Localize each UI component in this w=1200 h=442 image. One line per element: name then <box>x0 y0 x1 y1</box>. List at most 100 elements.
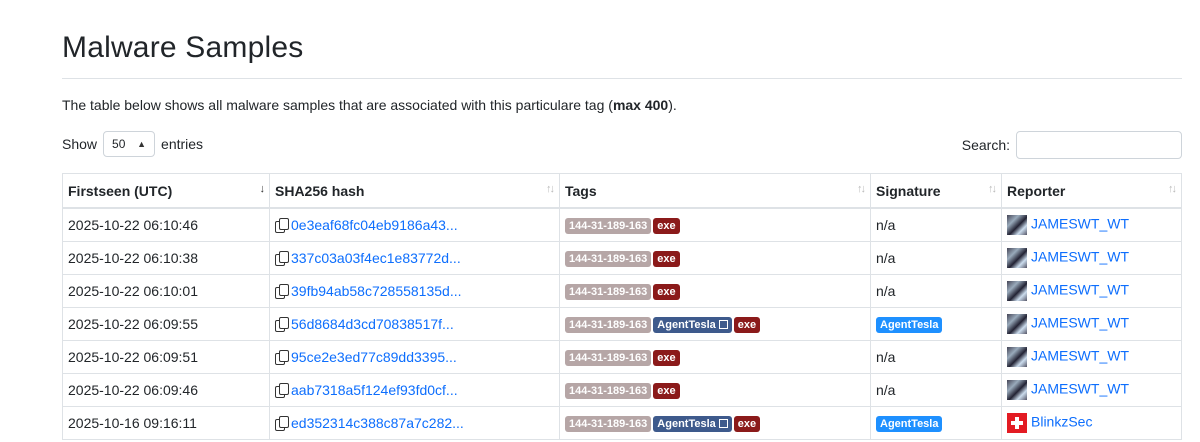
copy-icon[interactable] <box>275 317 289 332</box>
family-tag-badge[interactable]: AgentTesla <box>653 316 732 333</box>
reporter-link[interactable]: JAMESWT_WT <box>1031 315 1129 331</box>
sort-icon: ↑↓ <box>857 183 866 195</box>
hash-link[interactable]: ed352314c388c87a7c282... <box>291 415 464 431</box>
family-tag-badge[interactable]: AgentTesla <box>653 415 732 432</box>
entries-value: 50 <box>112 137 126 151</box>
show-label: Show <box>62 136 98 152</box>
reporter-link[interactable]: JAMESWT_WT <box>1031 249 1129 265</box>
reporter-link[interactable]: BlinkzSec <box>1031 414 1092 430</box>
copy-icon[interactable] <box>275 284 289 299</box>
reporter-cell: JAMESWT_WT <box>1001 373 1182 407</box>
reporter-cell: JAMESWT_WT <box>1001 274 1182 308</box>
copy-icon[interactable] <box>275 416 289 431</box>
firstseen-cell: 2025-10-16 09:16:11 <box>62 406 270 440</box>
reporter-avatar-icon <box>1007 380 1027 400</box>
firstseen-cell: 2025-10-22 06:10:38 <box>62 241 270 275</box>
sort-icon: ↑↓ <box>1168 183 1177 195</box>
signature-badge[interactable]: AgentTesla <box>876 415 943 432</box>
hash-link[interactable]: 337c03a03f4ec1e83772d... <box>291 250 461 266</box>
tag-badge[interactable]: exe <box>653 349 680 366</box>
col-sha256[interactable]: SHA256 hash ↑↓ <box>269 173 560 209</box>
tags-cell: 144-31-189-163 exe <box>559 207 871 242</box>
reporter-cell: JAMESWT_WT <box>1001 307 1182 341</box>
search-control: Search: <box>962 131 1182 159</box>
tag-badge[interactable]: 144-31-189-163 <box>565 415 652 432</box>
reporter-link[interactable]: JAMESWT_WT <box>1031 348 1129 364</box>
tag-badge[interactable]: exe <box>733 316 761 333</box>
samples-table: Firstseen (UTC) ↓ SHA256 hash ↑↓ Tags ↑↓ Si… <box>62 173 1182 440</box>
signature-text: n/a <box>876 283 896 299</box>
hash-cell: 56d8684d3cd70838517f... <box>269 307 560 341</box>
copy-icon[interactable] <box>275 350 289 365</box>
table-row: 2025-10-16 09:16:11 ed352314c388c87a7c282… <box>62 406 1182 440</box>
signature-cell: AgentTesla <box>870 406 1002 440</box>
entries-select[interactable]: 50 ▲︎ <box>103 131 156 157</box>
sort-icon: ↑↓ <box>546 183 555 195</box>
hash-cell: 95ce2e3ed77c89dd3395... <box>269 340 560 374</box>
reporter-link[interactable]: JAMESWT_WT <box>1031 216 1129 232</box>
copy-icon[interactable] <box>275 383 289 398</box>
external-link-icon <box>718 418 728 428</box>
reporter-link[interactable]: JAMESWT_WT <box>1031 282 1129 298</box>
col-tags[interactable]: Tags ↑↓ <box>559 173 871 209</box>
table-header-row: Firstseen (UTC) ↓ SHA256 hash ↑↓ Tags ↑↓ Si… <box>62 173 1182 209</box>
hash-link[interactable]: 39fb94ab58c728558135d... <box>291 283 462 299</box>
hash-link[interactable]: 0e3eaf68fc04eb9186a43... <box>291 217 458 233</box>
signature-text: n/a <box>876 349 896 365</box>
copy-icon[interactable] <box>275 251 289 266</box>
hash-link[interactable]: 95ce2e3ed77c89dd3395... <box>291 349 457 365</box>
tag-badge[interactable]: 144-31-189-163 <box>565 283 652 300</box>
reporter-avatar-icon <box>1007 281 1027 301</box>
signature-text: n/a <box>876 217 896 233</box>
signature-badge[interactable]: AgentTesla <box>876 316 943 333</box>
firstseen-cell: 2025-10-22 06:09:55 <box>62 307 270 341</box>
table-row: 2025-10-22 06:09:51 95ce2e3ed77c89dd3395.… <box>62 340 1182 374</box>
copy-icon[interactable] <box>275 218 289 233</box>
entries-control: Show 50 ▲︎ entries <box>62 131 203 157</box>
col-reporter[interactable]: Reporter ↑↓ <box>1001 173 1182 209</box>
tag-badge[interactable]: exe <box>653 283 680 300</box>
tag-badge[interactable]: 144-31-189-163 <box>565 316 652 333</box>
hash-link[interactable]: 56d8684d3cd70838517f... <box>291 316 454 332</box>
tag-badge[interactable]: exe <box>653 217 680 234</box>
reporter-avatar-icon <box>1007 215 1027 235</box>
signature-text: n/a <box>876 250 896 266</box>
tag-badge[interactable]: exe <box>653 382 680 399</box>
reporter-link[interactable]: JAMESWT_WT <box>1031 381 1129 397</box>
col-firstseen[interactable]: Firstseen (UTC) ↓ <box>62 173 270 209</box>
tag-badge[interactable]: exe <box>733 415 761 432</box>
firstseen-cell: 2025-10-22 06:09:46 <box>62 373 270 407</box>
table-row: 2025-10-22 06:09:55 56d8684d3cd70838517f.… <box>62 307 1182 341</box>
tags-cell: 144-31-189-163 exe <box>559 340 871 374</box>
intro-text: The table below shows all malware sample… <box>62 97 677 113</box>
tag-badge[interactable]: 144-31-189-163 <box>565 382 652 399</box>
firstseen-cell: 2025-10-22 06:09:51 <box>62 340 270 374</box>
signature-cell: n/a <box>870 241 1002 275</box>
reporter-cell: JAMESWT_WT <box>1001 241 1182 275</box>
col-signature[interactable]: Signature ↑↓ <box>870 173 1002 209</box>
tag-badge[interactable]: 144-31-189-163 <box>565 217 652 234</box>
table-row: 2025-10-22 06:10:38 337c03a03f4ec1e83772d… <box>62 241 1182 275</box>
sort-icon: ↑↓ <box>988 183 997 195</box>
search-input[interactable] <box>1016 131 1182 159</box>
reporter-avatar-icon <box>1007 248 1027 268</box>
entries-label: entries <box>161 136 204 152</box>
reporter-cell: BlinkzSec <box>1001 406 1182 440</box>
signature-cell: n/a <box>870 207 1002 242</box>
tag-badge[interactable]: 144-31-189-163 <box>565 250 652 267</box>
firstseen-cell: 2025-10-22 06:10:01 <box>62 274 270 308</box>
signature-cell: n/a <box>870 340 1002 374</box>
tag-badge[interactable]: 144-31-189-163 <box>565 349 652 366</box>
hash-cell: ed352314c388c87a7c282... <box>269 406 560 440</box>
signature-cell: AgentTesla <box>870 307 1002 341</box>
hash-link[interactable]: aab7318a5f124ef93fd0cf... <box>291 382 458 398</box>
tags-cell: 144-31-189-163 exe <box>559 241 871 275</box>
hash-cell: 39fb94ab58c728558135d... <box>269 274 560 308</box>
signature-cell: n/a <box>870 373 1002 407</box>
sort-desc-icon: ↓ <box>259 183 265 195</box>
signature-text: n/a <box>876 382 896 398</box>
table-row: 2025-10-22 06:09:46 aab7318a5f124ef93fd0c… <box>62 373 1182 407</box>
tag-badge[interactable]: exe <box>653 250 680 267</box>
search-label: Search: <box>961 137 1010 153</box>
hash-cell: 337c03a03f4ec1e83772d... <box>269 241 560 275</box>
